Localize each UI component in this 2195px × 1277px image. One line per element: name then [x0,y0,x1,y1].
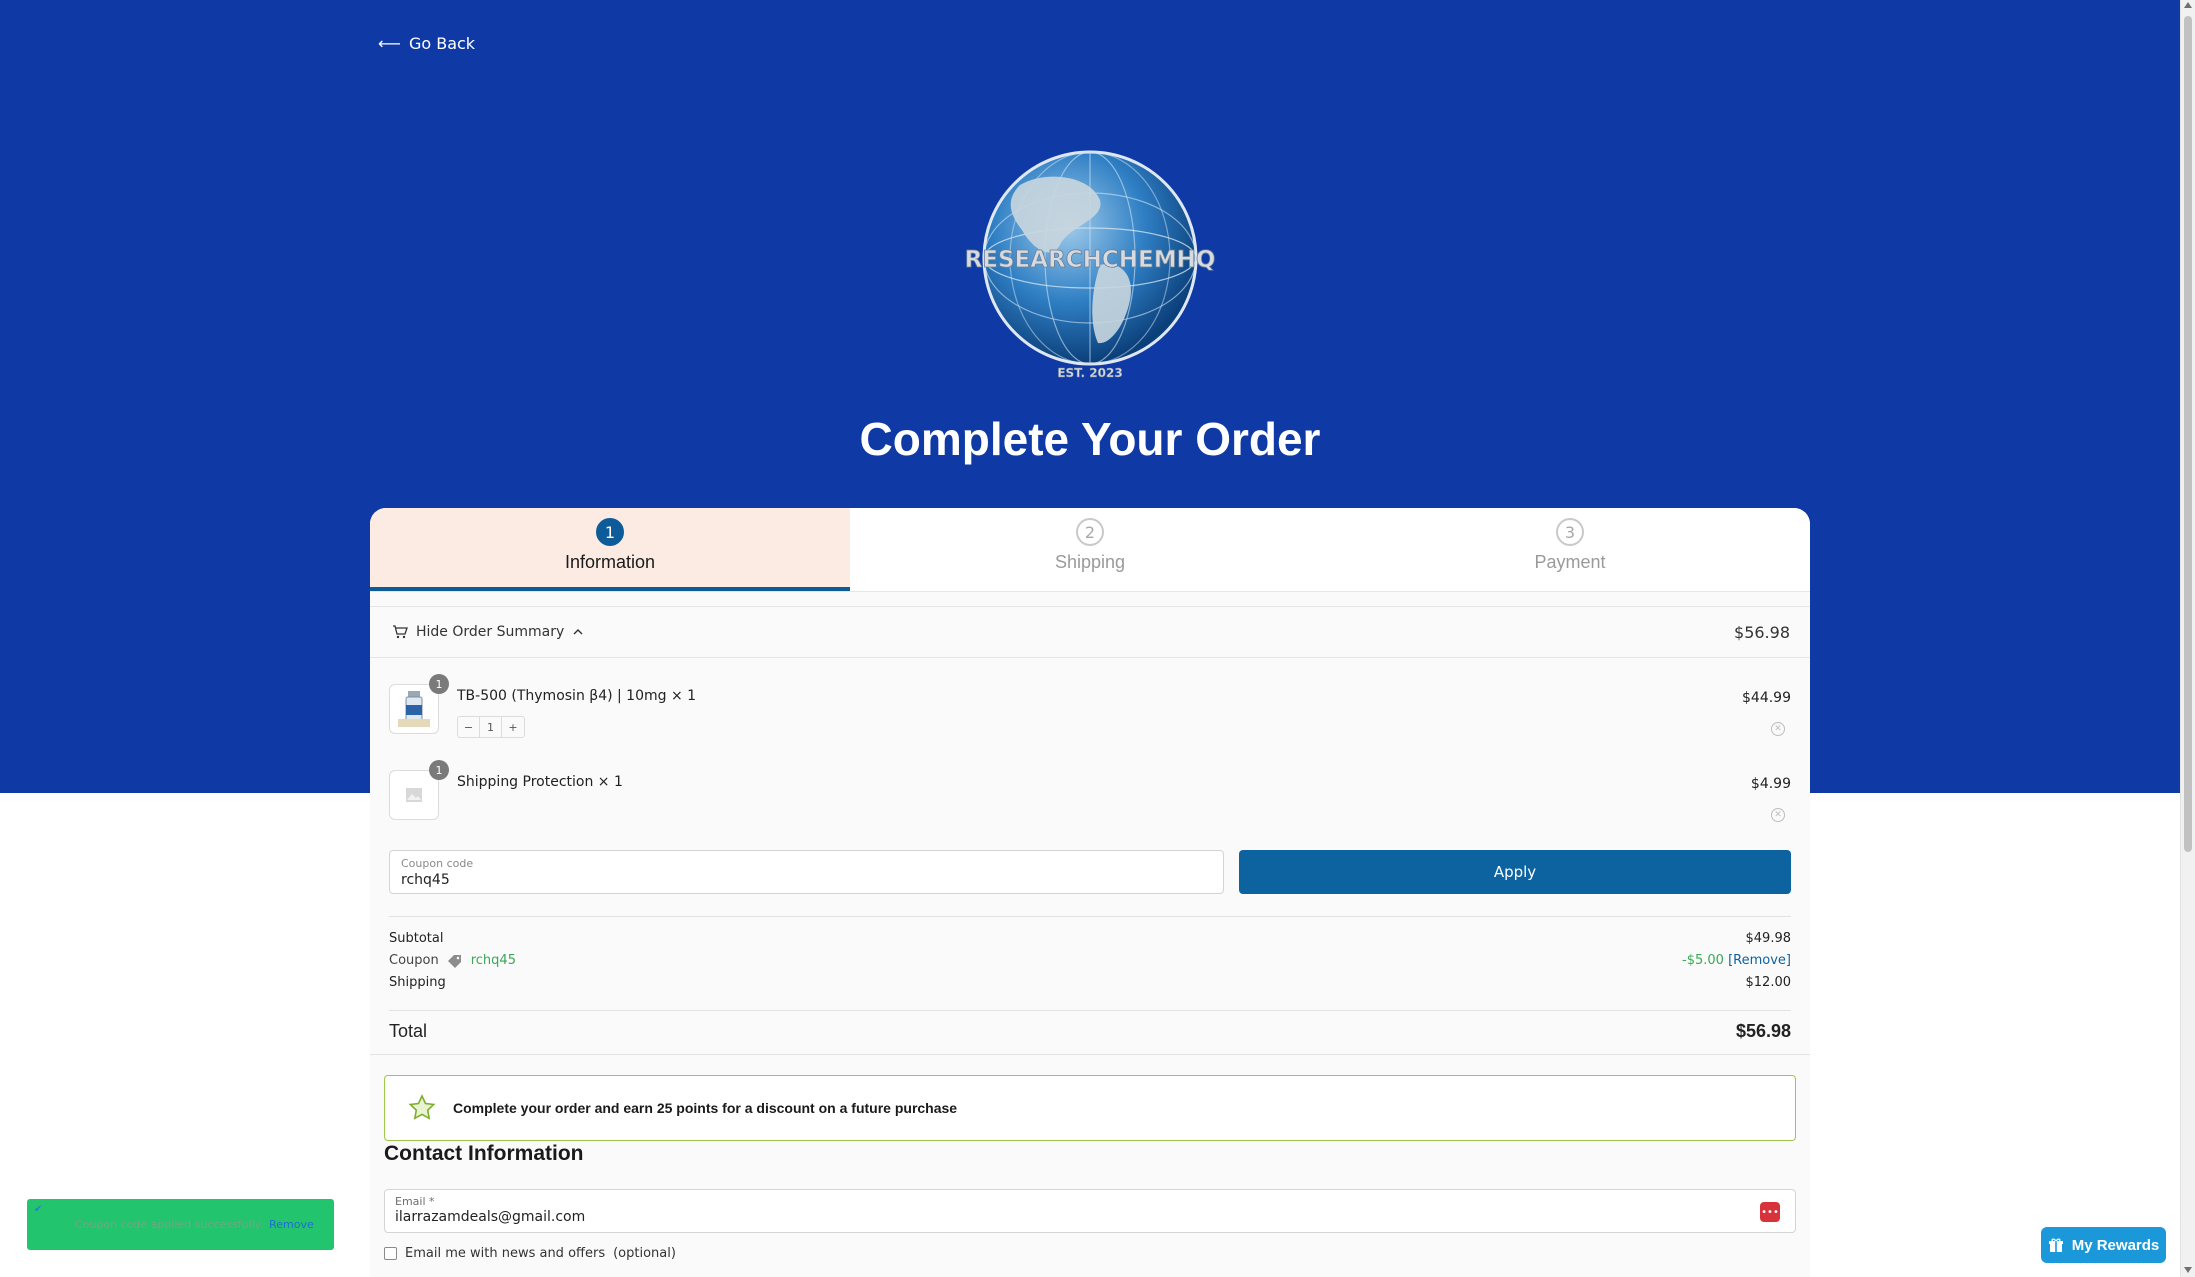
password-manager-icon[interactable]: ••• [1760,1202,1780,1222]
go-back-link[interactable]: ⟵ Go Back [378,34,475,53]
email-value[interactable]: ilarrazamdeals@gmail.com [395,1209,1785,1225]
rewards-banner-text: Complete your order and earn 25 points f… [453,1100,958,1116]
company-logo: RESEARCHCHEMHQ EST. 2023 [964,150,1216,380]
subtotal-label: Subtotal [389,931,444,946]
shipping-row: Shipping $12.00 [389,975,1791,990]
toast-message: Coupon code applied successfully. [75,1218,264,1231]
cart-item: 1 TB-500 (Thymosin β4) | 10mg × 1 − 1 + … [389,674,1791,754]
increase-button[interactable]: + [502,717,524,737]
coupon-code-input[interactable]: Coupon code rchq45 [389,850,1224,894]
divider [389,1010,1791,1011]
star-icon [408,1094,436,1120]
item-name: TB-500 (Thymosin β4) | 10mg × 1 [457,688,697,704]
coupon-label: Coupon [389,953,439,968]
newsletter-optional: (optional) [613,1246,676,1261]
applied-coupon-code: rchq45 [470,953,516,968]
cart-icon [393,625,408,639]
page-title: Complete Your Order [859,413,1321,465]
subtotal-row: Subtotal $49.98 [389,931,1791,946]
total-row: Total $56.98 [389,1021,1791,1042]
checkout-steps: 1 Information 2 Shipping 3 Payment [370,508,1810,592]
newsletter-option: Email me with news and offers (optional) [384,1246,676,1261]
step-number: 3 [1556,518,1584,546]
scroll-down-icon[interactable] [2184,1267,2192,1273]
step-label: Information [564,552,656,572]
summary-amount: $56.98 [1734,622,1790,642]
quantity-value[interactable]: 1 [480,717,502,737]
newsletter-checkbox[interactable] [384,1247,397,1260]
shipping-value: $12.00 [1745,975,1792,990]
quantity-badge: 1 [429,760,449,780]
my-rewards-label: My Rewards [2071,1236,2160,1254]
remove-item-icon[interactable]: ✕ [1771,722,1785,736]
step-label: Payment [1534,552,1606,572]
summary-toggle-label: Hide Order Summary [416,624,565,640]
contact-heading: Contact Information [384,1142,584,1165]
check-icon: ✔ [34,1204,43,1215]
item-name: Shipping Protection × 1 [457,774,623,790]
divider [389,916,1791,917]
coupon-discount: -$5.00 [1682,953,1724,968]
order-summary-toggle[interactable]: Hide Order Summary $56.98 [370,606,1810,658]
step-number: 2 [1076,518,1104,546]
quantity-stepper: − 1 + [457,716,525,738]
item-price: $44.99 [1742,690,1791,706]
checkout-card: 1 Information 2 Shipping 3 Payment Hide … [370,508,1810,1277]
toast-remove-link[interactable]: Remove [269,1218,314,1231]
email-label: Email * [395,1195,435,1208]
step-number: 1 [596,518,624,546]
step-shipping[interactable]: 2 Shipping [850,508,1330,591]
logo-text: RESEARCHCHEMHQ [965,247,1216,273]
arrow-left-icon: ⟵ [378,34,401,53]
tag-icon [447,954,461,968]
newsletter-label[interactable]: Email me with news and offers [405,1246,605,1261]
page-scrollbar[interactable] [2180,0,2195,1277]
total-value: $56.98 [1735,1021,1791,1041]
total-label: Total [389,1021,428,1041]
rewards-banner: Complete your order and earn 25 points f… [384,1075,1796,1141]
email-field[interactable]: Email * ilarrazamdeals@gmail.com ••• [384,1189,1796,1233]
chevron-up-icon [573,629,583,635]
scroll-up-icon[interactable] [2184,2,2192,8]
coupon-row: Coupon rchq45 -$5.00 [Remove] [389,953,1791,968]
coupon-success-toast: ✔ Coupon code applied successfully. Remo… [27,1199,334,1250]
step-label: Shipping [1054,552,1126,572]
go-back-label: Go Back [408,34,476,53]
cart-item: 1 Shipping Protection × 1 $4.99 ✕ [389,760,1791,840]
gift-icon [2048,1238,2063,1252]
item-price: $4.99 [1750,776,1791,792]
step-information[interactable]: 1 Information [370,508,850,591]
step-payment[interactable]: 3 Payment [1330,508,1810,591]
quantity-badge: 1 [429,674,449,694]
coupon-code-value[interactable]: rchq45 [401,872,1212,888]
decrease-button[interactable]: − [458,717,480,737]
apply-coupon-button[interactable]: Apply [1239,850,1791,894]
shipping-label: Shipping [389,975,446,990]
subtotal-value: $49.98 [1745,931,1792,946]
remove-item-icon[interactable]: ✕ [1771,808,1785,822]
divider [370,1054,1810,1055]
scrollbar-thumb[interactable] [2184,16,2192,852]
my-rewards-button[interactable]: My Rewards [2041,1227,2166,1263]
remove-coupon-link[interactable]: [Remove] [1728,953,1791,968]
logo-est: EST. 2023 [1057,366,1122,380]
coupon-code-label: Coupon code [401,857,474,870]
